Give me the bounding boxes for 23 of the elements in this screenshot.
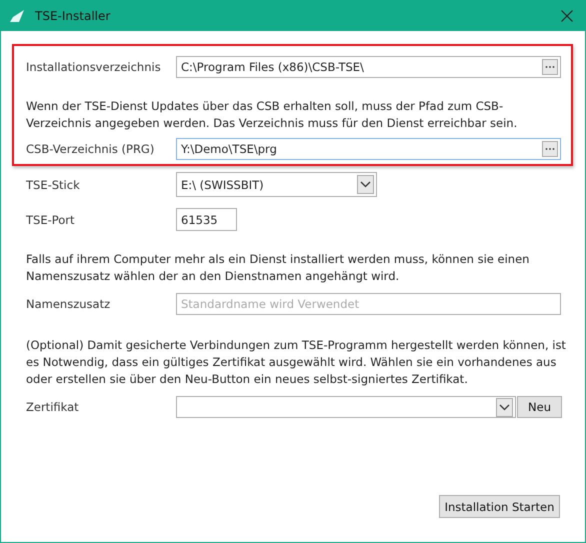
start-installation-button[interactable]: Installation Starten — [439, 495, 560, 518]
certificate-label: Zertifikat — [26, 400, 80, 414]
window-title: TSE-Installer — [35, 9, 112, 23]
close-icon[interactable] — [561, 10, 573, 22]
paper-plane-icon — [9, 10, 25, 22]
name-suffix-label: Namenszusatz — [26, 297, 112, 311]
chevron-down-icon[interactable] — [357, 175, 374, 194]
tse-port-label: TSE-Port — [26, 212, 76, 226]
name-suffix-field[interactable]: Standardname wird Verwendet — [176, 293, 561, 315]
chevron-down-icon[interactable] — [496, 398, 513, 416]
new-button[interactable]: Neu — [517, 396, 562, 418]
port-field[interactable]: 61535 — [176, 208, 237, 231]
browse-icon[interactable] — [542, 59, 558, 75]
tse-stick-label: TSE-Stick — [26, 178, 81, 192]
path-field[interactable]: C:\Program Files (x86)\CSB-TSE\ — [176, 56, 561, 78]
path-field[interactable]: Y:\Demo\TSE\prg — [176, 138, 561, 160]
browse-icon[interactable] — [542, 141, 558, 157]
hint-text: Wenn der TSE-Dienst Updates über das CSB erhalten soll, muss der Pfad zum CSB-Verzeichnis angegeben werden. Das Verzeichnis muss für den Dienst erreichbar sein. — [26, 98, 518, 132]
install-dir-label: Installationsverzeichnis — [26, 60, 162, 74]
certificate-hint-text: (Optional) Damit gesicherte Verbindungen zum TSE-Programm hergestellt werden können, ist es Notwendig, dass ein gültiges Zertifikat ausgewählt wird. Wählen sie ein vorhandenes aus oder erstellen sie über den Neu-Button ein neues selbst-signiertes Zertifikat. — [26, 337, 567, 388]
tse-stick-dropdown[interactable]: E:\ (SWISSBIT) — [176, 172, 377, 197]
csb-dir-label: CSB-Verzeichnis (PRG) — [26, 142, 156, 156]
name-hint-text: Falls auf ihrem Computer mehr als ein Dienst installiert werden muss, können sie einen Namenszusatz wählen der an den Dienstnamen angehängt wird. — [26, 251, 530, 285]
